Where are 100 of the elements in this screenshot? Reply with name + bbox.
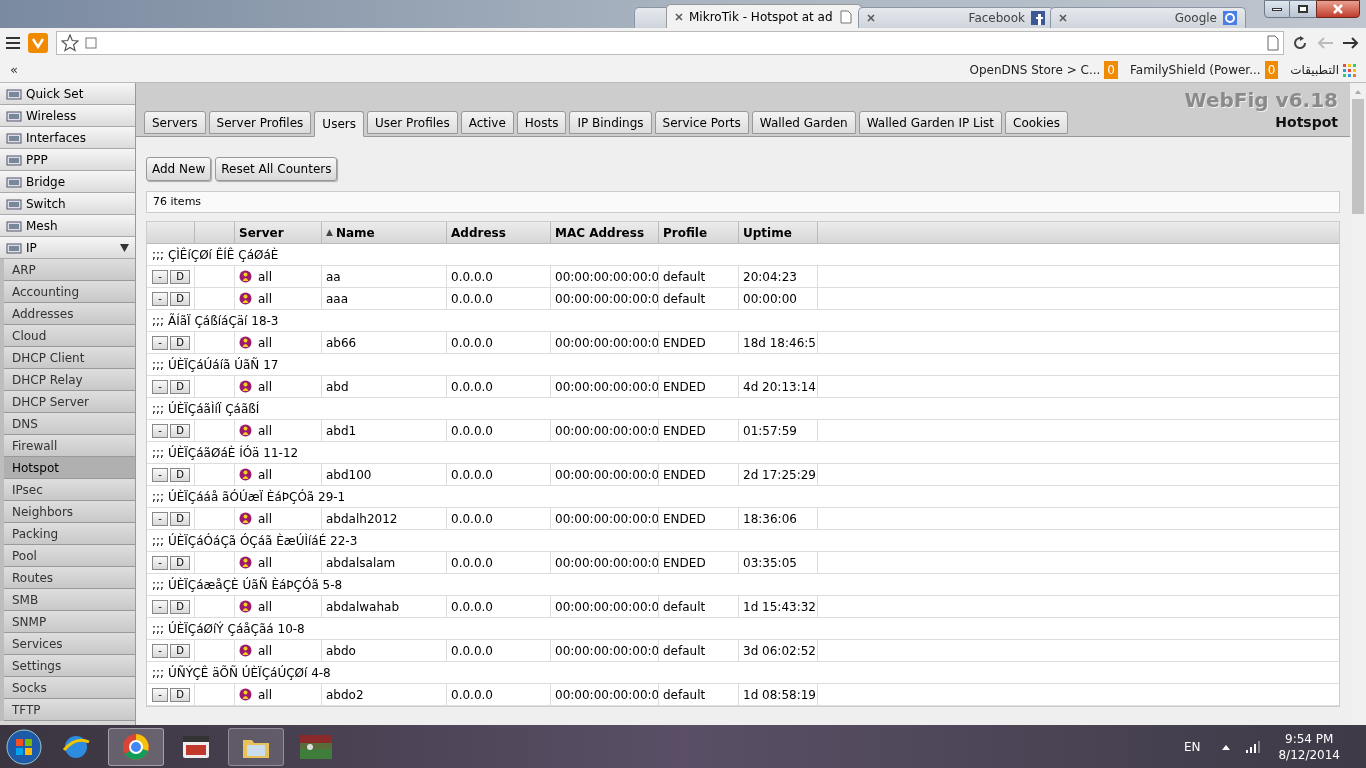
tab[interactable]: IP Bindings xyxy=(569,111,652,134)
column-header[interactable]: Profile xyxy=(659,222,739,243)
caret-icon[interactable] xyxy=(120,243,129,252)
taskbar-app[interactable] xyxy=(108,727,164,766)
clock-time[interactable]: 9:54 PM xyxy=(1285,730,1334,747)
table-cell-text: all xyxy=(258,598,273,616)
remove-button[interactable]: - xyxy=(152,511,168,526)
remove-button[interactable]: - xyxy=(152,335,168,350)
tab[interactable]: User Profiles xyxy=(366,111,458,134)
disable-button[interactable]: D xyxy=(170,687,190,702)
sidebar-subitem[interactable]: SMB xyxy=(4,589,135,611)
remove-button[interactable]: - xyxy=(152,555,168,570)
action-button[interactable]: Add New xyxy=(146,157,212,181)
disable-button[interactable]: D xyxy=(170,555,190,570)
browser-tab[interactable]: MikroTik - Hotspot at ad xyxy=(666,4,862,28)
sidebar-subitem[interactable]: Addresses xyxy=(4,303,135,325)
remove-button[interactable]: - xyxy=(152,379,168,394)
close-button[interactable] xyxy=(1316,0,1360,18)
sidebar-subitem[interactable]: DNS xyxy=(4,413,135,435)
sidebar-subitem[interactable]: Services xyxy=(4,633,135,655)
action-button[interactable]: Reset All Counters xyxy=(215,157,338,181)
sidebar-subitem[interactable]: SNMP xyxy=(4,611,135,633)
disable-button[interactable]: D xyxy=(170,423,190,438)
close-icon[interactable] xyxy=(867,14,875,22)
tab[interactable]: Server Profiles xyxy=(208,111,312,134)
close-icon[interactable] xyxy=(1059,14,1067,22)
disable-button[interactable]: D xyxy=(170,467,190,482)
tab[interactable]: Walled Garden IP List xyxy=(858,111,1002,134)
sidebar-subitem[interactable]: Pool xyxy=(4,545,135,567)
tray-arrow-icon[interactable] xyxy=(1222,743,1231,750)
column-header[interactable]: Address xyxy=(447,222,551,243)
forward-arrow-icon[interactable] xyxy=(1342,36,1360,50)
start-button[interactable] xyxy=(4,726,44,767)
remove-button[interactable]: - xyxy=(152,687,168,702)
maximize-button[interactable] xyxy=(1290,0,1316,18)
sidebar-subitem[interactable]: Firewall xyxy=(4,435,135,457)
column-header[interactable]: Uptime xyxy=(739,222,818,243)
sidebar-item[interactable]: Interfaces xyxy=(0,127,135,149)
sidebar-subitem[interactable]: Accounting xyxy=(4,281,135,303)
remove-button[interactable]: - xyxy=(152,291,168,306)
disable-button[interactable]: D xyxy=(170,643,190,658)
remove-button[interactable]: - xyxy=(152,599,168,614)
bookmark-link[interactable]: FamilyShield (Power... xyxy=(1130,61,1261,79)
disable-button[interactable]: D xyxy=(170,511,190,526)
tab[interactable]: Servers xyxy=(144,111,206,134)
disable-button[interactable]: D xyxy=(170,335,190,350)
apps-grid-icon[interactable] xyxy=(1343,63,1356,77)
sidebar-item[interactable]: Bridge xyxy=(0,171,135,193)
sidebar-item[interactable]: IP xyxy=(0,237,135,259)
column-header[interactable]: Server xyxy=(235,222,322,243)
sidebar-item[interactable]: PPP xyxy=(0,149,135,171)
disable-button[interactable]: D xyxy=(170,291,190,306)
tab[interactable]: Service Ports xyxy=(654,111,749,134)
sidebar-subitem[interactable]: DHCP Client xyxy=(4,347,135,369)
tab[interactable]: Users xyxy=(314,111,364,137)
tab[interactable]: Hosts xyxy=(516,111,567,134)
tab[interactable]: Active xyxy=(460,111,514,134)
clock-date[interactable]: 8/12/2014 xyxy=(1278,746,1340,763)
sidebar-subitem[interactable]: IPsec xyxy=(4,479,135,501)
menu-icon[interactable] xyxy=(6,37,20,49)
remove-button[interactable]: - xyxy=(152,269,168,284)
sidebar-subitem[interactable]: ARP xyxy=(4,259,135,281)
sidebar-subitem[interactable]: DHCP Server xyxy=(4,391,135,413)
sidebar-item[interactable]: Quick Set xyxy=(0,83,135,105)
sidebar-subitem[interactable]: DHCP Relay xyxy=(4,369,135,391)
taskbar-app[interactable] xyxy=(228,727,284,766)
sidebar-subitem[interactable]: Neighbors xyxy=(4,501,135,523)
sidebar-subitem[interactable]: Hotspot xyxy=(4,457,135,479)
apps-link[interactable]: التطبيقات xyxy=(1290,61,1339,79)
sidebar-subitem[interactable]: Settings xyxy=(4,655,135,677)
sidebar-item[interactable]: Mesh xyxy=(0,215,135,237)
tab[interactable]: Walled Garden xyxy=(751,111,856,134)
column-header[interactable]: ▲ Name xyxy=(322,222,447,243)
sidebar-subitem[interactable]: TFTP xyxy=(4,699,135,721)
signal-icon[interactable] xyxy=(1246,740,1261,753)
sidebar-subitem[interactable]: Packing xyxy=(4,523,135,545)
column-header[interactable]: MAC Address xyxy=(551,222,659,243)
remove-button[interactable]: - xyxy=(152,423,168,438)
minimize-button[interactable] xyxy=(1264,0,1290,18)
sidebar-subitem[interactable]: Cloud xyxy=(4,325,135,347)
table-cell-text: all xyxy=(258,554,273,572)
reload-icon[interactable] xyxy=(1292,35,1308,51)
star-icon[interactable] xyxy=(61,34,79,52)
remove-button[interactable]: - xyxy=(152,467,168,482)
tab[interactable]: Cookies xyxy=(1005,111,1068,134)
bookmark-link[interactable]: OpenDNS Store > C... xyxy=(969,61,1101,79)
disable-button[interactable]: D xyxy=(170,269,190,284)
chevron-icon[interactable]: « xyxy=(10,60,18,80)
browser-tab[interactable]: Google xyxy=(1050,7,1246,28)
remove-button[interactable]: - xyxy=(152,643,168,658)
sidebar-subitem[interactable]: Routes xyxy=(4,567,135,589)
language-indicator[interactable]: EN xyxy=(1183,737,1201,756)
disable-button[interactable]: D xyxy=(170,599,190,614)
tab-title: Google xyxy=(1173,10,1217,27)
disable-button[interactable]: D xyxy=(170,379,190,394)
sidebar-subitem[interactable]: Socks xyxy=(4,677,135,699)
sidebar-item[interactable]: Wireless xyxy=(0,105,135,127)
scrollbar-thumb[interactable] xyxy=(1352,99,1364,214)
close-icon[interactable] xyxy=(675,12,683,21)
sidebar-item[interactable]: Switch xyxy=(0,193,135,215)
